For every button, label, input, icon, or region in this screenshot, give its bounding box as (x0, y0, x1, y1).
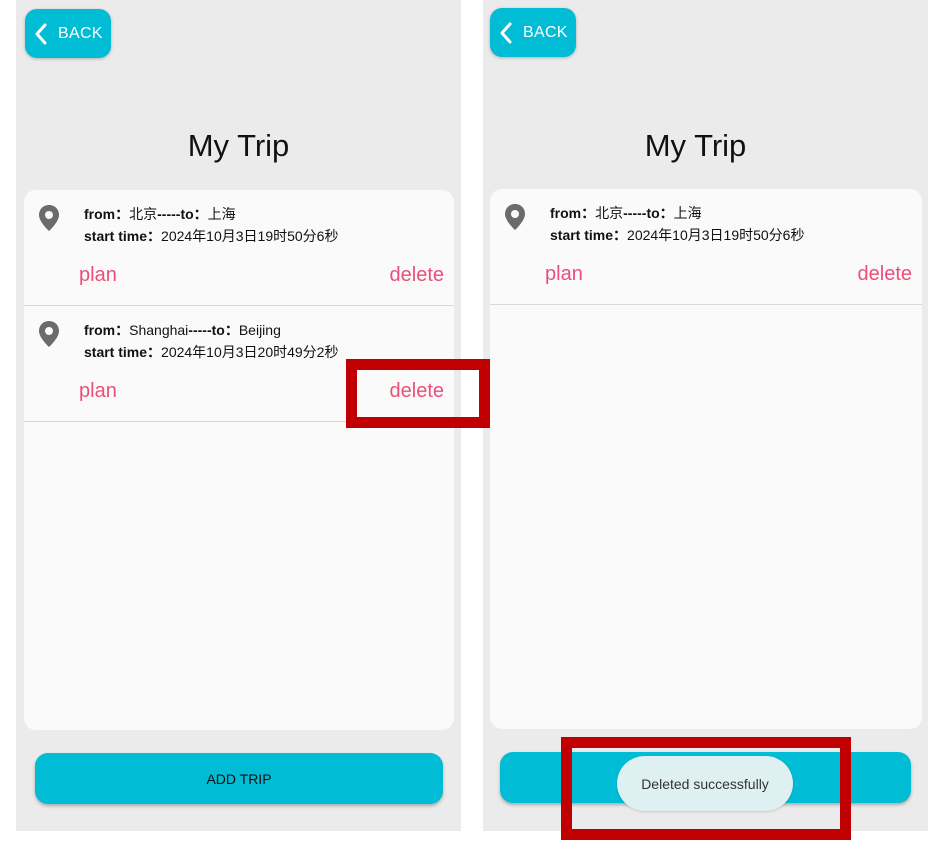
trip-item: from：北京-----to：上海 start time：2024年10月3日1… (490, 189, 922, 305)
plan-button[interactable]: plan (79, 264, 117, 287)
location-pin-icon (505, 204, 525, 230)
chevron-left-icon (500, 22, 512, 43)
location-pin-icon (39, 321, 59, 347)
back-button[interactable]: BACK (490, 8, 576, 57)
route-text: from：北京-----to：上海 (550, 205, 702, 221)
highlight-box-delete (346, 359, 490, 428)
page-title: My Trip (644, 128, 747, 163)
trip-item: from：北京-----to：上海 start time：2024年10月3日1… (24, 190, 454, 306)
route-text: from：北京-----to：上海 (84, 206, 236, 222)
delete-button[interactable]: delete (858, 263, 913, 286)
route-text: from：Shanghai-----to：Beijing (84, 322, 281, 338)
page-title: My Trip (187, 128, 290, 163)
trip-list: from：北京-----to：上海 start time：2024年10月3日1… (24, 190, 454, 730)
plan-button[interactable]: plan (545, 263, 583, 286)
add-trip-button[interactable]: ADD TRIP (35, 753, 443, 804)
start-time-text: start time：2024年10月3日20时49分2秒 (84, 344, 339, 360)
start-time-text: start time：2024年10月3日19时50分6秒 (84, 228, 339, 244)
location-pin-icon (39, 205, 59, 231)
chevron-left-icon (35, 23, 47, 44)
delete-button[interactable]: delete (390, 264, 445, 287)
back-label: BACK (523, 23, 568, 41)
highlight-box-toast (561, 737, 851, 840)
plan-button[interactable]: plan (79, 380, 117, 403)
back-button[interactable]: BACK (25, 9, 111, 58)
start-time-text: start time：2024年10月3日19时50分6秒 (550, 227, 805, 243)
screen-after-delete: BACK My Trip from：北京-----to：上海 start tim… (483, 0, 928, 831)
back-label: BACK (58, 24, 103, 42)
trip-list: from：北京-----to：上海 start time：2024年10月3日1… (490, 189, 922, 729)
